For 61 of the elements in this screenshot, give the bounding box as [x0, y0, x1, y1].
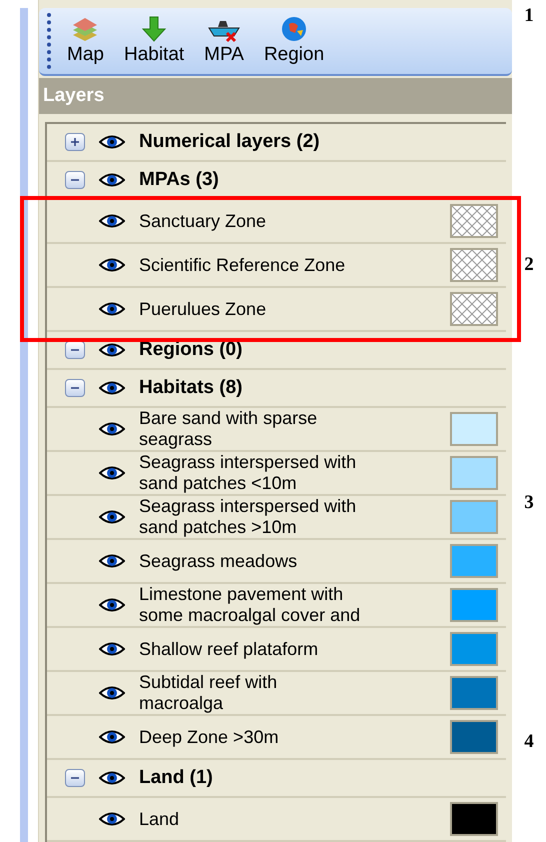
- layer-label[interactable]: Sanctuary Zone: [139, 210, 450, 232]
- collapse-button[interactable]: [65, 379, 85, 397]
- eye-icon[interactable]: [99, 465, 125, 481]
- eye-icon[interactable]: [99, 553, 125, 569]
- eye-icon[interactable]: [99, 597, 125, 613]
- eye-icon[interactable]: [99, 301, 125, 317]
- toolbar-button[interactable]: Habitat: [120, 15, 188, 67]
- plus-icon: [70, 137, 80, 147]
- eye-icon[interactable]: [99, 509, 125, 525]
- annotation-number: 1: [524, 4, 534, 28]
- color-swatch[interactable]: [450, 412, 498, 446]
- layer-label[interactable]: Puerulues Zone: [139, 298, 450, 320]
- color-swatch[interactable]: [450, 676, 498, 710]
- eye-icon[interactable]: [99, 172, 125, 188]
- layer-label[interactable]: Land: [139, 808, 450, 830]
- collapse-button[interactable]: [65, 769, 85, 787]
- toolbar-button[interactable]: Region: [260, 15, 328, 67]
- pattern-swatch[interactable]: [450, 292, 498, 326]
- collapse-button[interactable]: [65, 341, 85, 359]
- eye-icon[interactable]: [99, 729, 125, 745]
- annotation-number: 3: [524, 491, 534, 515]
- layer-label[interactable]: Limestone pavement with some macroalgal cover and: [139, 584, 450, 626]
- eye-icon[interactable]: [99, 641, 125, 657]
- group-label[interactable]: Regions (0): [139, 336, 242, 364]
- color-swatch[interactable]: [450, 588, 498, 622]
- eye-icon[interactable]: [99, 257, 125, 273]
- collapse-button[interactable]: [65, 171, 85, 189]
- pattern-swatch[interactable]: [450, 248, 498, 282]
- eye-icon[interactable]: [99, 342, 125, 358]
- eye-icon[interactable]: [99, 811, 125, 827]
- color-swatch[interactable]: [450, 632, 498, 666]
- color-swatch[interactable]: [450, 500, 498, 534]
- color-swatch[interactable]: [450, 720, 498, 754]
- panel-title: Layers: [43, 84, 104, 108]
- layer-label[interactable]: Deep Zone >30m: [139, 726, 450, 748]
- layer-label[interactable]: Seagrass interspersed with sand patches <10m: [139, 452, 450, 494]
- expand-button[interactable]: [65, 133, 85, 151]
- annotation-number: 2: [524, 252, 534, 276]
- layer-label[interactable]: Scientific Reference Zone: [139, 254, 450, 276]
- color-swatch[interactable]: [450, 802, 498, 836]
- pattern-swatch[interactable]: [450, 204, 498, 238]
- toolbar-button[interactable]: Map: [63, 15, 108, 67]
- eye-icon[interactable]: [99, 213, 125, 229]
- eye-icon[interactable]: [99, 134, 125, 150]
- eye-icon[interactable]: [99, 380, 125, 396]
- color-swatch[interactable]: [450, 544, 498, 578]
- layer-label[interactable]: Seagrass interspersed with sand patches >10m: [139, 496, 450, 538]
- layer-label[interactable]: Bare sand with sparse seagrass: [139, 408, 450, 450]
- color-swatch[interactable]: [450, 456, 498, 490]
- layer-label[interactable]: Subtidal reef with macroalga: [139, 672, 450, 714]
- annotation-number: 4: [524, 730, 534, 754]
- group-label[interactable]: Habitats (8): [139, 374, 242, 402]
- eye-icon[interactable]: [99, 421, 125, 437]
- layer-label[interactable]: Shallow reef plataform: [139, 638, 450, 660]
- group-label[interactable]: Numerical layers (2): [139, 128, 320, 156]
- layer-label[interactable]: Seagrass meadows: [139, 550, 450, 572]
- group-label[interactable]: Land (1): [139, 764, 213, 792]
- group-label[interactable]: MPAs (3): [139, 166, 219, 194]
- eye-icon[interactable]: [99, 770, 125, 786]
- toolbar-button[interactable]: MPA: [200, 15, 248, 67]
- eye-icon[interactable]: [99, 685, 125, 701]
